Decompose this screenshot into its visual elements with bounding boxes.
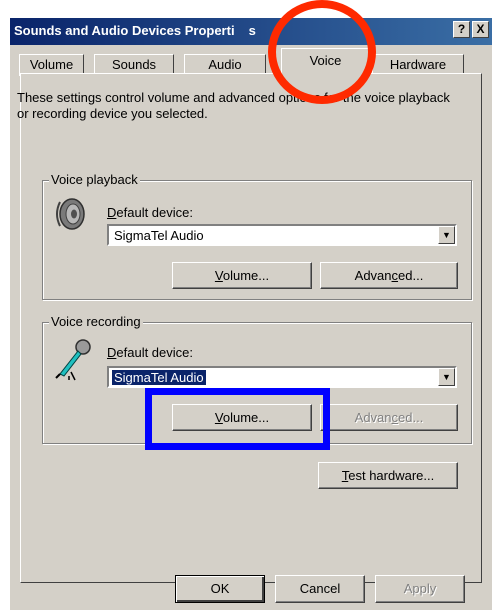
annotation-rectangle [145, 388, 330, 450]
playback-device-label: Default device: [107, 205, 193, 220]
dropdown-arrow-icon[interactable]: ▼ [438, 226, 455, 244]
recording-device-select[interactable]: SigmaTel Audio ▼ [107, 366, 457, 388]
playback-volume-button[interactable]: Volume... [172, 262, 312, 289]
window-title: Sounds and Audio Devices Properti s [14, 23, 256, 38]
apply-button[interactable]: Apply [375, 575, 465, 603]
test-hardware-button[interactable]: Test hardware... [318, 462, 458, 489]
dropdown-arrow-icon[interactable]: ▼ [438, 368, 455, 386]
playback-device-select[interactable]: SigmaTel Audio ▼ [107, 224, 457, 246]
title-bar[interactable]: Sounds and Audio Devices Properti s ? X [10, 18, 492, 45]
voice-playback-label: Voice playback [49, 172, 140, 187]
description-text: These settings control volume and advanc… [17, 90, 450, 121]
recording-device-value: SigmaTel Audio [112, 370, 206, 385]
playback-advanced-button[interactable]: Advanced... [320, 262, 458, 289]
speaker-icon [56, 198, 85, 230]
help-button[interactable]: ? [453, 21, 470, 38]
voice-recording-label: Voice recording [49, 314, 143, 329]
ok-button[interactable]: OK [175, 575, 265, 603]
recording-advanced-button[interactable]: Advanced... [320, 404, 458, 431]
close-button[interactable]: X [472, 21, 489, 38]
annotation-circle [268, 0, 376, 104]
recording-device-label: Default device: [107, 345, 193, 360]
cancel-button[interactable]: Cancel [275, 575, 365, 603]
playback-device-value: SigmaTel Audio [114, 228, 204, 243]
microphone-icon [55, 339, 91, 381]
